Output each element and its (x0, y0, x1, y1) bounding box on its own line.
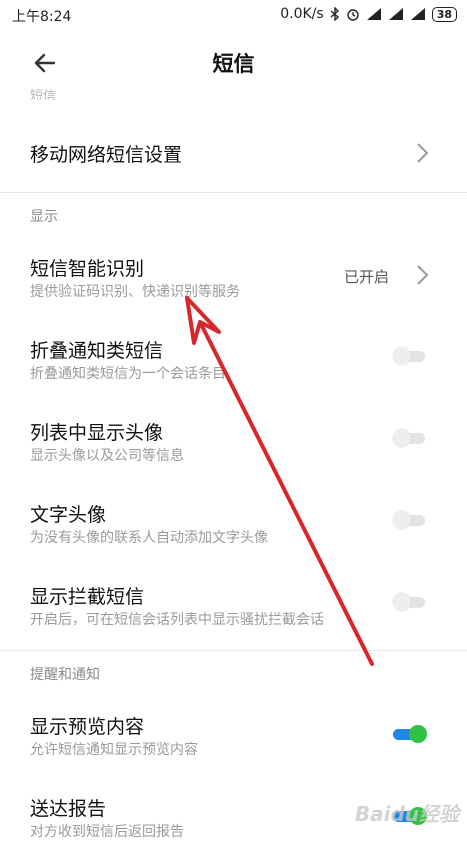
network-speed: 0.0K/s (280, 6, 324, 22)
signal-icon (366, 8, 381, 20)
alarm-icon (346, 9, 359, 21)
text-avatar-toggle[interactable] (393, 511, 425, 529)
show-avatar-toggle[interactable] (393, 429, 425, 447)
signal-icon-2 (410, 8, 425, 20)
fold-notifications-toggle[interactable] (393, 347, 425, 365)
smart-recognition-row[interactable]: 短信智能识别 提供验证码识别、快递识别等服务 已开启 (0, 234, 467, 316)
section-header-reminders: 提醒和通知 (30, 667, 100, 683)
section-header-display: 显示 (30, 209, 58, 225)
row-subtitle: 折叠通知类短信为一个会话条目 (30, 366, 226, 382)
row-subtitle: 为没有头像的联系人自动添加文字头像 (30, 530, 268, 546)
wifi-icon (388, 8, 403, 20)
status-icons: 0.0K/s 38 (280, 6, 457, 22)
status-value: 已开启 (343, 268, 389, 286)
text-avatar-row[interactable]: 文字头像 为没有头像的联系人自动添加文字头像 (0, 480, 467, 562)
row-subtitle: 显示头像以及公司等信息 (30, 448, 184, 464)
chevron-right-icon (417, 143, 429, 163)
row-subtitle: 开启后，可在短信会话列表中显示骚扰拦截会话 (30, 612, 324, 628)
row-subtitle: 允许短信通知显示预览内容 (30, 742, 198, 758)
chevron-right-icon (417, 265, 429, 285)
row-title: 文字头像 (30, 504, 107, 526)
row-title: 移动网络短信设置 (30, 144, 183, 166)
row-title: 折叠通知类短信 (30, 340, 164, 362)
row-title: 显示预览内容 (30, 716, 145, 738)
bluetooth-icon (330, 7, 339, 21)
page-title: 短信 (212, 52, 255, 76)
row-title: 短信智能识别 (30, 258, 145, 280)
show-preview-row[interactable]: 显示预览内容 允许短信通知显示预览内容 (0, 692, 467, 774)
divider (0, 650, 467, 651)
row-title: 列表中显示头像 (30, 422, 164, 444)
divider (0, 192, 467, 193)
show-blocked-toggle[interactable] (393, 593, 425, 611)
watermark-logo: Baidu经验 (354, 802, 459, 826)
row-subtitle: 提供验证码识别、快递识别等服务 (30, 284, 240, 300)
mobile-sms-settings-row[interactable]: 移动网络短信设置 (0, 118, 467, 184)
status-time: 上午8:24 (12, 9, 72, 25)
app-bar: 短信 (0, 30, 467, 94)
show-preview-toggle[interactable] (393, 725, 427, 743)
battery-icon: 38 (431, 6, 457, 22)
row-title: 送达报告 (30, 798, 107, 820)
show-blocked-row[interactable]: 显示拦截短信 开启后，可在短信会话列表中显示骚扰拦截会话 (0, 562, 467, 644)
fold-notifications-row[interactable]: 折叠通知类短信 折叠通知类短信为一个会话条目 (0, 316, 467, 398)
status-bar: 上午8:24 0.0K/s 38 (0, 0, 467, 30)
row-title: 显示拦截短信 (30, 586, 145, 608)
row-subtitle: 对方收到短信后返回报告 (30, 824, 184, 840)
show-avatar-row[interactable]: 列表中显示头像 显示头像以及公司等信息 (0, 398, 467, 480)
faded-section-header: 短信 (30, 89, 57, 100)
